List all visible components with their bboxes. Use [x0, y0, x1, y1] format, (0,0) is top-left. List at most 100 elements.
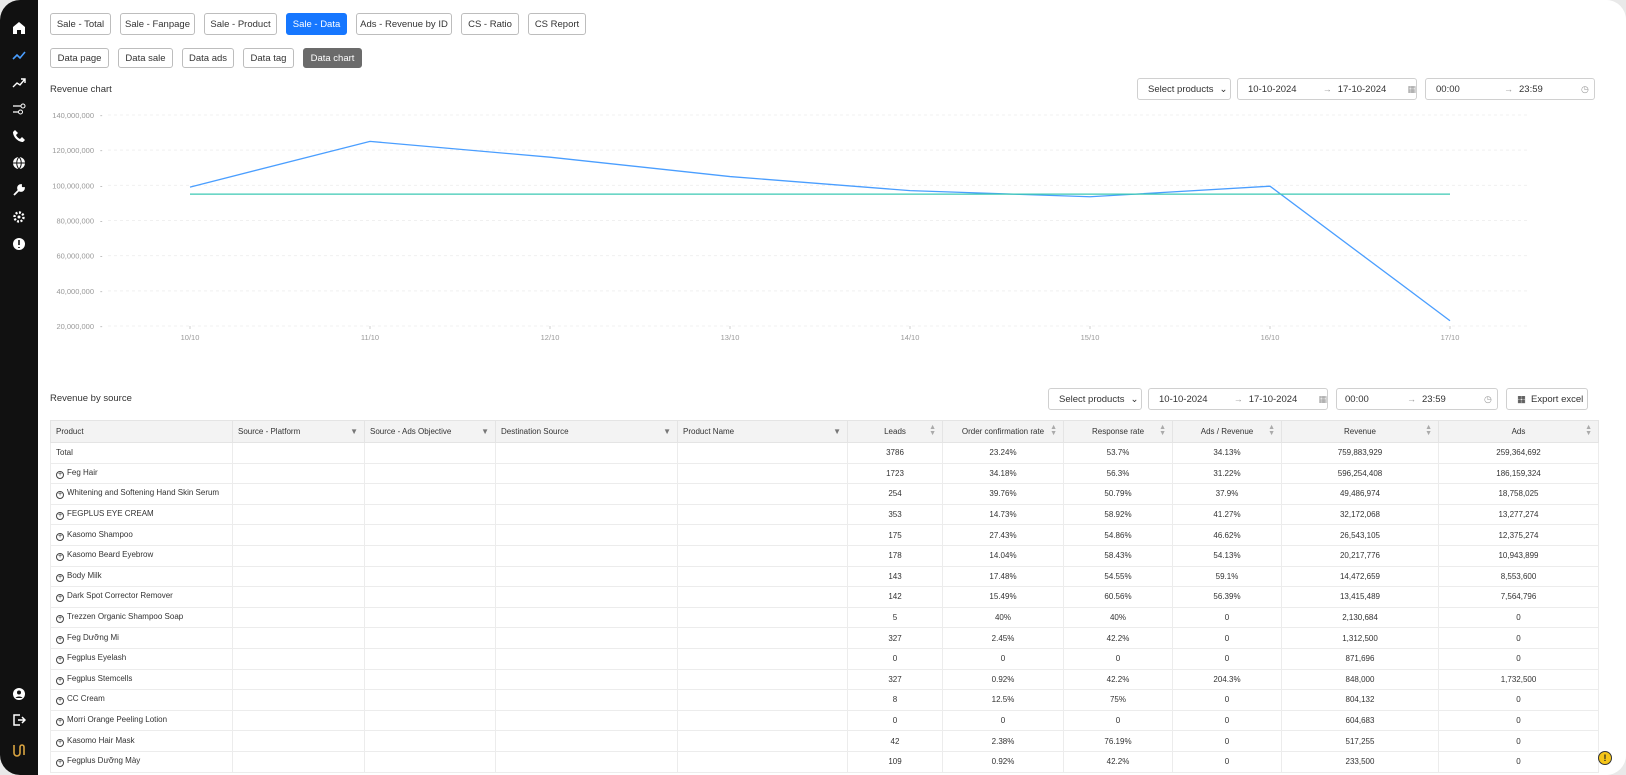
logout-icon[interactable] [9, 710, 29, 730]
subtab-data-ads[interactable]: Data ads [182, 48, 234, 68]
chart-select-products[interactable]: Select products ⌄ [1137, 78, 1231, 100]
expand-icon[interactable]: + [56, 512, 64, 521]
tab-sale-total[interactable]: Sale - Total [50, 13, 111, 35]
tab-cs-report[interactable]: CS Report [528, 13, 586, 35]
tab-sale-product[interactable]: Sale - Product [204, 13, 277, 35]
sort-icon[interactable]: ▲ ▼ [1268, 424, 1275, 437]
table-cell [677, 689, 848, 711]
sort-icon[interactable]: ▲ ▼ [1585, 424, 1592, 437]
table-row[interactable]: + CC Cream 8 12.5% 75% 0 804,132 0 [50, 689, 1599, 711]
column-header[interactable]: Leads ▲ ▼ [847, 420, 943, 443]
sort-icon[interactable]: ▲ ▼ [1425, 424, 1432, 437]
column-header[interactable]: Revenue ▲ ▼ [1281, 420, 1439, 443]
filter-icon[interactable]: ▼ [350, 427, 358, 436]
trending-icon[interactable] [9, 73, 29, 93]
gear-icon[interactable] [9, 207, 29, 227]
table-row[interactable]: + Dark Spot Corrector Remover 142 15.49% 60.… [50, 586, 1599, 608]
expand-icon[interactable]: + [56, 676, 64, 685]
cell-value: 0 [1224, 613, 1230, 623]
expand-icon[interactable]: + [56, 718, 64, 727]
time-to: 23:59 [1519, 83, 1543, 95]
column-header[interactable]: Destination Source ▼ [495, 420, 678, 443]
table-row[interactable]: + Kasomo Hair Mask 42 2.38% 76.19% 0 517,255 0 [50, 730, 1599, 752]
expand-icon[interactable]: + [56, 470, 64, 479]
table-row[interactable]: + Feg Hair 1723 34.18% 56.3% 31.22% 596,254,40… [50, 462, 1599, 485]
source-time-range[interactable]: 00:00 → 23:59 ◷ [1336, 388, 1498, 410]
source-date-range[interactable]: 10-10-2024 → 17-10-2024 ▦ [1148, 388, 1328, 410]
globe-icon[interactable] [9, 153, 29, 173]
table-row[interactable]: + Fegplus Eyelash 0 0 0 0 871,696 0 [50, 647, 1599, 670]
table-row[interactable]: + Fegplus Stemcells 327 0.92% 42.2% 204.3% 848… [50, 668, 1599, 691]
expand-icon[interactable]: + [56, 491, 64, 500]
tab-ads-revenue-by-id[interactable]: Ads - Revenue by ID [356, 13, 452, 35]
sort-icon[interactable]: ▲ ▼ [1050, 424, 1057, 437]
table-row[interactable]: Total 3786 23.24% 53.7% 34.13% 759,883,929 259… [50, 442, 1599, 464]
table-row[interactable]: + FEGPLUS EYE CREAM 353 14.73% 58.92% 41.27% 3… [50, 503, 1599, 526]
sort-icon[interactable]: ▲ ▼ [929, 424, 936, 437]
cell-value: 60.56% [1104, 592, 1132, 602]
filter-icon[interactable]: ▼ [481, 427, 489, 436]
column-header[interactable]: Ads / Revenue ▲ ▼ [1172, 420, 1282, 443]
table-row[interactable]: + Body Milk 143 17.48% 54.55% 59.1% 14,472,659… [50, 565, 1599, 588]
help-icon[interactable]: ! [1598, 751, 1612, 765]
table-row[interactable]: + Kasomo Shampoo 175 27.43% 54.86% 46.62% 26,5… [50, 524, 1599, 546]
table-cell [232, 544, 365, 567]
column-header[interactable]: Response rate ▲ ▼ [1063, 420, 1173, 443]
subtab-data-sale[interactable]: Data sale [118, 48, 173, 68]
sort-icon[interactable]: ▲ ▼ [1159, 424, 1166, 437]
filter-icon[interactable]: ▼ [663, 427, 671, 436]
expand-icon[interactable]: + [56, 532, 64, 541]
filter-icon[interactable]: ▼ [833, 427, 841, 436]
table-cell: 1,312,500 [1281, 627, 1439, 649]
table-row[interactable]: + Fegplus Dưỡng Mày 109 0.92% 42.2% 0 233,500 0 [50, 750, 1599, 773]
expand-icon[interactable]: + [56, 697, 64, 706]
source-select-products[interactable]: Select products ⌄ [1048, 388, 1142, 410]
sliders-icon[interactable] [9, 99, 29, 119]
column-header[interactable]: Product Name ▼ [677, 420, 848, 443]
table-cell: 0 [1063, 647, 1173, 670]
table-row[interactable]: + Feg Dưỡng Mi 327 2.45% 42.2% 0 1,312,500 0 [50, 627, 1599, 649]
table-cell: 10,943,899 [1438, 544, 1599, 567]
expand-icon[interactable]: + [56, 635, 64, 644]
excel-icon: ▦ [1517, 393, 1526, 405]
wrench-icon[interactable] [9, 180, 29, 200]
tab-cs-ratio[interactable]: CS - Ratio [461, 13, 519, 35]
cell-value: 34.13% [1213, 448, 1241, 458]
subtab-data-tag[interactable]: Data tag [243, 48, 294, 68]
table-cell: 871,696 [1281, 647, 1439, 670]
chart-date-range[interactable]: 10-10-2024 → 17-10-2024 ▦ [1237, 78, 1417, 100]
tab-sale-data[interactable]: Sale - Data [286, 13, 347, 35]
phone-icon[interactable] [9, 126, 29, 146]
cell-value: 517,255 [1345, 736, 1375, 746]
chart-time-range[interactable]: 00:00 → 23:59 ◷ [1425, 78, 1595, 100]
expand-icon[interactable]: + [56, 594, 64, 603]
expand-icon[interactable]: + [56, 738, 64, 747]
home-icon[interactable] [9, 18, 29, 38]
subtab-data-chart[interactable]: Data chart [303, 48, 362, 68]
user-icon[interactable] [9, 684, 29, 704]
table-row[interactable]: + Kasomo Beard Eyebrow 178 14.04% 58.43% 54.1… [50, 544, 1599, 567]
column-header[interactable]: Order confirmation rate ▲ ▼ [942, 420, 1064, 443]
cell-value: 13,277,274 [1498, 510, 1539, 520]
expand-icon[interactable]: + [56, 656, 64, 665]
cell-value: 186,159,324 [1496, 468, 1541, 478]
expand-icon[interactable]: + [56, 615, 64, 624]
table-cell: 0 [1172, 709, 1282, 732]
export-excel-button[interactable]: ▦ Export excel [1506, 388, 1588, 410]
table-row[interactable]: + Whitening and Softening Hand Skin Serum… [50, 483, 1599, 505]
table-row[interactable]: + Trezzen Organic Shampoo Soap 5 40% 40% 0 2,1… [50, 606, 1599, 629]
subtab-data-page[interactable]: Data page [50, 48, 109, 68]
column-header[interactable]: Ads ▲ ▼ [1438, 420, 1599, 443]
analytics-icon[interactable] [9, 46, 29, 66]
tab-sale-fanpage[interactable]: Sale - Fanpage [120, 13, 195, 35]
column-header[interactable]: Product [50, 420, 233, 443]
column-header[interactable]: Source - Platform ▼ [232, 420, 365, 443]
alert-icon[interactable] [9, 234, 29, 254]
table-cell: 15.49% [942, 586, 1064, 608]
expand-icon[interactable]: + [56, 573, 64, 582]
cell-value: Fegplus Dưỡng Mày [67, 756, 141, 766]
table-row[interactable]: + Morri Orange Peeling Lotion 0 0 0 0 604,683 0 [50, 709, 1599, 732]
column-header[interactable]: Source - Ads Objective ▼ [364, 420, 496, 443]
expand-icon[interactable]: + [56, 759, 64, 768]
expand-icon[interactable]: + [56, 553, 64, 562]
